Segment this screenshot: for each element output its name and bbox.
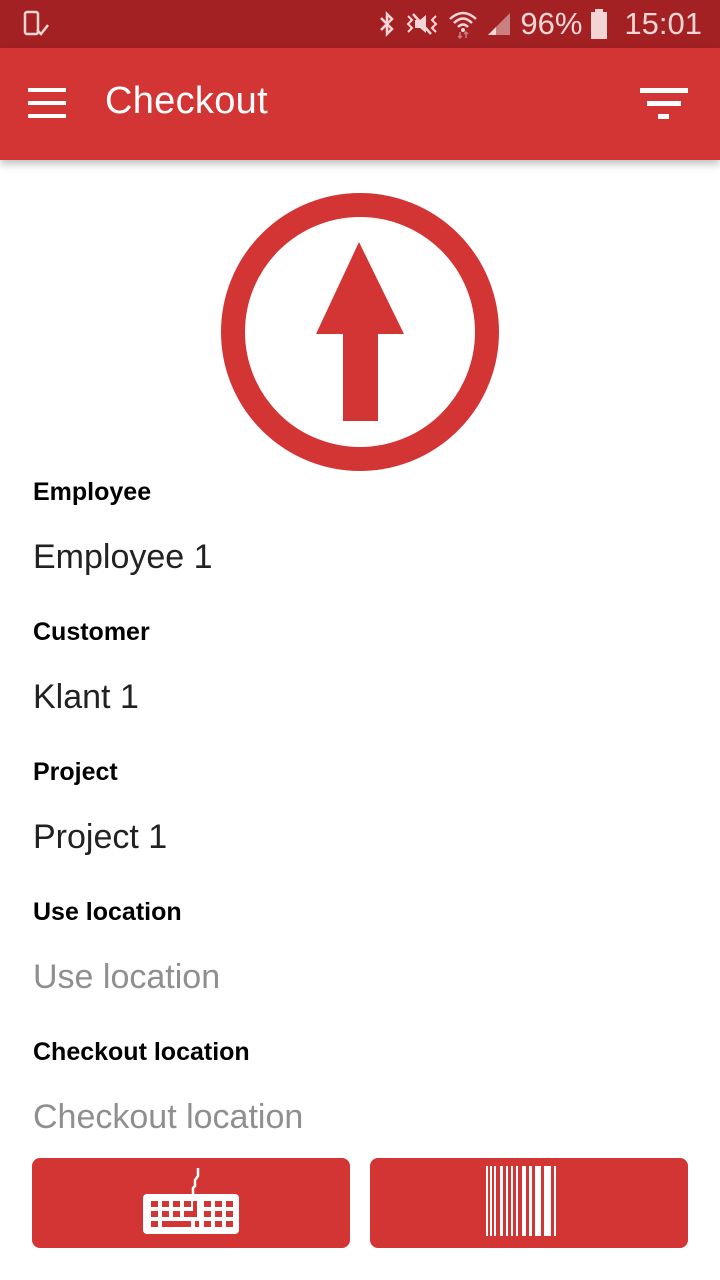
field-label-customer: Customer [33,618,150,646]
wifi-icon [448,9,478,39]
device-check-icon [22,10,50,43]
clock-time: 15:01 [624,6,702,41]
field-value-customer[interactable]: Klant 1 [33,678,139,717]
keyboard-icon [141,1166,241,1241]
status-bar: 96% 15:01 [0,0,720,48]
field-value-employee[interactable]: Employee 1 [33,538,213,577]
field-label-project: Project [33,758,118,786]
hamburger-menu-icon[interactable] [28,88,68,118]
barcode-icon [484,1165,574,1241]
keyboard-entry-button[interactable] [32,1158,350,1248]
bluetooth-icon [378,10,396,38]
filter-icon[interactable] [638,88,690,124]
app-bar: Checkout [0,48,720,160]
field-label-use-location: Use location [33,898,182,926]
field-value-checkout-location[interactable]: Checkout location [33,1098,303,1137]
field-value-project[interactable]: Project 1 [33,818,167,857]
field-value-use-location[interactable]: Use location [33,958,220,997]
field-label-checkout-location: Checkout location [33,1038,250,1066]
battery-percent: 96% [520,6,583,41]
battery-icon [590,8,608,40]
field-label-employee: Employee [33,478,152,506]
barcode-scan-button[interactable] [370,1158,688,1248]
vibrate-mute-icon [404,10,440,38]
signal-icon [486,11,512,37]
page-title: Checkout [105,80,268,122]
checkout-arrow-up-circle-icon [218,192,502,472]
